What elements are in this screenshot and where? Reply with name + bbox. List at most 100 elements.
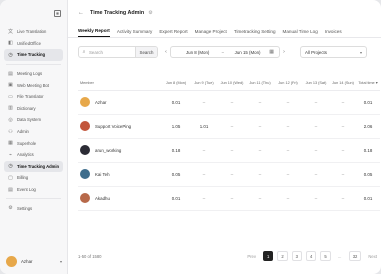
gear-icon[interactable]: ⚙ (148, 10, 152, 16)
sidebar-item-billing[interactable]: ▢ Billing (4, 172, 63, 184)
file-translator-icon: ▭ (8, 93, 13, 100)
table-row[interactable]: arun_working 0.18– – – – – –0.18 (78, 138, 380, 163)
member-name: Support VoicePing (95, 123, 132, 129)
hours-cell: – (218, 186, 246, 211)
sidebar-item-label: Meeting Logs (17, 71, 43, 77)
search-icon: ⌕ (82, 49, 86, 55)
weekly-report-table: Member Jun 8 (Mon) Jun 9 (Tue) Jun 10 (Wed)… (78, 76, 380, 211)
column-header[interactable]: Jun 8 (Mon) (162, 76, 190, 91)
project-select-value: All Projects (305, 49, 327, 55)
tab-expert-report[interactable]: Expert Report (159, 29, 187, 37)
column-header[interactable]: Jun 9 (Tue) (190, 76, 218, 91)
page-button[interactable]: 5 (320, 251, 331, 261)
page-button[interactable]: 1 (262, 251, 274, 261)
hours-cell: 0.18 (162, 138, 190, 163)
sidebar-item-live-translation[interactable]: 文 Live Translation (4, 26, 63, 38)
user-menu[interactable]: Azhar ▾ (6, 254, 62, 268)
back-arrow-icon[interactable]: ← (78, 10, 84, 16)
hours-cell: – (330, 186, 356, 211)
prev-week-button[interactable]: ‹ (162, 46, 170, 58)
sidebar-item-web-meeting-bot[interactable]: ▣ Web Meeting Bot (4, 79, 63, 91)
sidebar-item-dictionary[interactable]: ▥ Dictionary (4, 103, 63, 115)
hours-cell: – (246, 90, 274, 115)
sidebar-item-label: Time Tracking (17, 52, 46, 58)
tab-timetracking-setting[interactable]: Timetracking Setting (234, 29, 276, 37)
tab-manage-project[interactable]: Manage Project (195, 29, 227, 37)
next-page-button[interactable]: Next (365, 251, 380, 261)
page-button[interactable]: 3 (291, 251, 303, 261)
page-button[interactable]: 32 (348, 251, 362, 261)
sidebar-item-file-translator[interactable]: ▭ File Translator (4, 91, 63, 103)
sidebar-item-label: Analytics (17, 152, 34, 158)
hours-cell: 1.01 (190, 114, 218, 139)
table-row[interactable]: Kai Teh 0.05– – – – – –0.05 (78, 162, 380, 187)
sidebar-item-label: Time Tracking Admin (17, 163, 60, 169)
column-header[interactable]: Jun 14 (Sun) (330, 76, 356, 91)
hours-cell: 0.01 (162, 90, 190, 115)
hours-cell: – (330, 162, 356, 187)
table-row[interactable]: Azhar 0.01– – – – – –0.01 (78, 90, 380, 115)
tab-manual-time-log[interactable]: Manual Time Log (283, 29, 318, 37)
tab-activity-summary[interactable]: Activity Summary (117, 29, 152, 37)
member-cell: Support VoicePing (78, 114, 162, 139)
tab-weekly-report[interactable]: Weekly Report (78, 28, 110, 37)
hours-cell: – (218, 90, 246, 115)
avatar (80, 169, 90, 179)
prev-page-button[interactable]: Prev (244, 251, 259, 261)
sidebar-item-time-tracking-admin[interactable]: ◷ Time Tracking Admin (4, 160, 63, 173)
next-week-button[interactable]: › (280, 46, 288, 58)
hours-cell: – (274, 186, 302, 211)
hours-cell: – (274, 90, 302, 115)
page-button[interactable]: 2 (277, 251, 288, 261)
hours-cell: – (302, 114, 330, 139)
avatar (80, 145, 90, 155)
sidebar-item-superhole[interactable]: ▦ Superhole (4, 137, 63, 149)
table-row[interactable]: Akadhu 0.01– – – – – –0.01 (78, 186, 380, 211)
hours-cell: – (330, 114, 356, 139)
sidebar-item-event-log[interactable]: ▤ Event Log (4, 184, 63, 196)
sidebar-item-data-system[interactable]: ◎ Data System (4, 114, 63, 126)
tab-invoices[interactable]: Invoices (325, 29, 342, 37)
page-button[interactable]: 4 (306, 251, 317, 261)
calendar-icon: ▦ (269, 49, 274, 55)
member-name: Akadhu (95, 195, 110, 201)
sidebar-item-label: Dictionary (17, 105, 36, 111)
column-header[interactable]: Jun 13 (Sat) (302, 76, 330, 91)
time-tracking-admin-icon: ◷ (8, 163, 13, 170)
column-header[interactable]: Total time ▾ (356, 76, 380, 91)
sidebar-item-analytics[interactable]: ⌁ Analytics (4, 149, 63, 161)
total-time-cell: 2.06 (356, 114, 380, 139)
sidebar-item-meeting-logs[interactable]: ▤ Meeting Logs (4, 68, 63, 80)
event-log-icon: ▤ (8, 186, 13, 193)
hours-cell: – (302, 138, 330, 163)
sidebar-item-admin[interactable]: ⚇ Admin (4, 126, 63, 138)
column-header[interactable]: Jun 11 (Thu) (246, 76, 274, 91)
project-select[interactable]: All Projects ▾ (300, 46, 367, 58)
sidebar-item-time-tracking[interactable]: ◷ Time Tracking (4, 49, 63, 61)
sidebar-top-group: 文 Live Translation ◧ UnifiedOffice ◷ Time Tra… (0, 26, 67, 61)
apps-grid-icon[interactable] (54, 9, 61, 17)
sidebar-header (0, 0, 67, 26)
column-header[interactable]: Jun 12 (Fri) (274, 76, 302, 91)
sidebar-item-unifiedoffice[interactable]: ◧ UnifiedOffice (4, 38, 63, 50)
chevron-down-icon: ▾ (359, 49, 362, 55)
search-button[interactable]: Search (135, 47, 157, 57)
unified-office-icon: ◧ (8, 40, 13, 47)
hours-cell: – (246, 138, 274, 163)
hours-cell: – (246, 186, 274, 211)
search-input[interactable]: ⌕ Search Search (78, 46, 158, 58)
hours-cell: 0.01 (162, 186, 190, 211)
sidebar-item-label: Live Translation (17, 29, 47, 35)
member: Kai Teh (80, 169, 160, 179)
sidebar-item-settings[interactable]: ⚙ Settings (4, 202, 63, 214)
avatar (80, 97, 90, 107)
date-range-picker[interactable]: Jun 8 (Mon) ~ Jun 15 (Mon) ▦ (170, 46, 280, 58)
billing-icon: ▢ (8, 174, 13, 181)
member-cell: Azhar (78, 90, 162, 115)
column-header[interactable]: Jun 10 (Wed) (218, 76, 246, 91)
translate-icon: 文 (8, 29, 14, 36)
analytics-icon: ⌁ (8, 151, 12, 158)
member-cell: Akadhu (78, 186, 162, 211)
hours-cell: – (274, 114, 302, 139)
table-row[interactable]: Support VoicePing 1.05 1.01– – – – –2.06 (78, 114, 380, 139)
